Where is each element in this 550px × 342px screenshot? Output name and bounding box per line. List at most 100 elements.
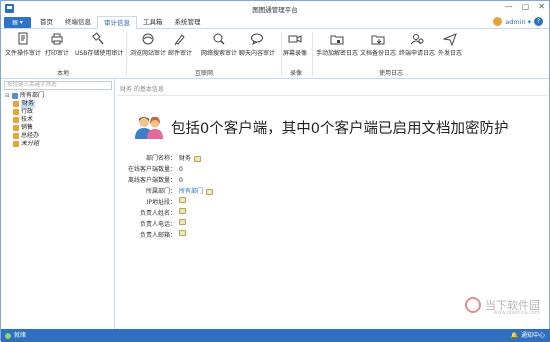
divider xyxy=(118,95,548,96)
field-label: 离线客户端数量： xyxy=(127,177,176,184)
tree-root[interactable]: ⊟ 所有部门 xyxy=(5,92,44,100)
decrypt-log-icon xyxy=(330,35,344,45)
chat-audit-button[interactable]: 聊天内容审计 xyxy=(239,32,275,57)
tree-item-label: 总经办 xyxy=(21,132,40,139)
department-tree-panel: 按住键入关键字筛选 ⊟ 所有部门 财务 行政 技术 销售 总经办 未分组 xyxy=(1,79,115,329)
screen-record-button[interactable]: 屏幕录像 xyxy=(283,32,307,57)
browse-audit-label: 浏览网站审计 xyxy=(130,50,167,57)
ribbon-group-label-local: 本地 xyxy=(56,70,69,77)
user-menu[interactable]: admin ▾ ? xyxy=(493,17,543,26)
print-audit-button[interactable]: 打印审计 xyxy=(45,32,69,57)
ribbon-group-local: 文件操作审计 打印审计 USB存储使用审计 本地 xyxy=(1,29,125,79)
field-label: 负责人姓名： xyxy=(139,210,176,217)
tree-item-label: 技术 xyxy=(21,116,34,123)
mail-audit-button[interactable]: 邮件审计 xyxy=(168,32,192,57)
terminal-request-log-button[interactable]: 终端申请日志 xyxy=(399,32,435,57)
tree-item-tech[interactable]: 技术 xyxy=(5,116,44,124)
edit-icon[interactable] xyxy=(206,188,214,195)
field-online-clients: 在线客户端数量： 0 xyxy=(116,164,316,175)
tree-root-label: 所有部门 xyxy=(20,92,45,99)
backup-log-icon xyxy=(371,35,385,45)
tab-terminal-info[interactable]: 终端信息 xyxy=(59,16,97,30)
printer-icon xyxy=(51,33,63,45)
file-menu-button[interactable]: ▤ ▾ xyxy=(4,17,31,28)
usb-icon xyxy=(92,32,104,45)
ribbon-tabs: 首页 终端信息 审计信息 工具箱 系统管理 xyxy=(34,16,207,31)
decrypt-log-label: 手动加解密日志 xyxy=(316,50,359,57)
ribbon-group-label-internet: 互联网 xyxy=(194,70,213,77)
usb-audit-label: USB存储使用审计 xyxy=(75,50,124,57)
tree-item-admin[interactable]: 行政 xyxy=(5,108,44,116)
user-name[interactable]: admin ▾ xyxy=(505,18,531,26)
ribbon-separator xyxy=(126,32,127,76)
field-parent-department: 所属部门： 所有部门 xyxy=(116,186,316,197)
parent-department-link[interactable]: 所有部门 xyxy=(179,186,203,197)
status-ok-icon xyxy=(5,332,11,339)
video-icon xyxy=(288,35,302,43)
status-bar: 就绪 🔔 通知中心 xyxy=(1,329,550,342)
send-log-button[interactable]: 外发日志 xyxy=(438,32,462,57)
web-search-audit-label: 网络搜索审计 xyxy=(201,50,238,57)
ribbon-group-usage-log: 手动加解密日志 文档备份日志 终端申请日志 外发日志 使用日志 xyxy=(313,29,469,79)
status-text: 就绪 xyxy=(14,332,27,339)
decrypt-log-button[interactable]: 手动加解密日志 xyxy=(316,32,358,57)
web-search-audit-button[interactable]: 网络搜索审计 xyxy=(201,32,237,57)
edit-icon[interactable] xyxy=(194,155,202,162)
field-label: IP地址段： xyxy=(146,199,176,206)
close-button[interactable]: ✕ xyxy=(538,2,545,11)
department-info-form: 部门名称： 财务 在线客户端数量： 0 离线客户端数量： 0 所属部门： 所有部… xyxy=(116,153,316,241)
tree-search-input[interactable]: 按住键入关键字筛选 xyxy=(4,81,112,90)
send-log-icon xyxy=(443,33,457,46)
request-log-icon xyxy=(410,34,424,45)
field-value: 0 xyxy=(179,166,183,173)
field-label: 负责人电话： xyxy=(139,221,176,228)
minimize-button[interactable]: — xyxy=(505,2,513,11)
maximize-button[interactable]: ▢ xyxy=(522,2,530,11)
field-department-name: 部门名称： 财务 xyxy=(116,153,316,164)
tree-item-sales[interactable]: 销售 xyxy=(5,124,44,132)
field-manager-email: 负责人邮箱： xyxy=(116,230,316,241)
field-label: 部门名称： xyxy=(145,155,176,162)
notification-center-button[interactable]: 🔔 通知中心 xyxy=(511,329,546,342)
edit-icon[interactable] xyxy=(179,197,186,203)
department-icon xyxy=(13,109,19,115)
watermark-url: www.downxia.com xyxy=(493,310,540,316)
backup-log-label: 文档备份日志 xyxy=(360,50,397,57)
tree-item-ungrouped[interactable]: 未分组 xyxy=(5,140,44,148)
edit-icon[interactable] xyxy=(179,219,186,225)
bell-icon: 🔔 xyxy=(510,332,518,339)
edit-icon[interactable] xyxy=(179,208,186,214)
window-title: 图图通管理平台 xyxy=(252,6,298,14)
field-label: 负责人邮箱： xyxy=(139,232,176,239)
summary-headline: 包括0个客户端，其中0个客户端已启用文档加密防护 xyxy=(134,115,508,139)
summary-text: 包括0个客户端，其中0个客户端已启用文档加密防护 xyxy=(171,120,509,137)
field-label: 所属部门： xyxy=(145,188,176,195)
field-ip-range: IP地址段： xyxy=(116,197,316,208)
ribbon: 文件操作审计 打印审计 USB存储使用审计 本地 浏览网站审计 邮件审计 网络搜… xyxy=(1,29,549,79)
ribbon-group-label-recording: 录像 xyxy=(289,70,302,77)
watermark-logo-icon xyxy=(465,297,481,313)
backup-log-button[interactable]: 文档备份日志 xyxy=(360,32,396,57)
field-label: 在线客户端数量： xyxy=(127,166,176,173)
mail-icon xyxy=(174,34,185,46)
mail-audit-label: 邮件审计 xyxy=(168,50,193,57)
tab-toolbox[interactable]: 工具箱 xyxy=(137,16,169,30)
field-manager-phone: 负责人电话： xyxy=(116,219,316,230)
tree-item-general-office[interactable]: 总经办 xyxy=(5,132,44,140)
watermark: 当下软件园 www.downxia.com xyxy=(465,297,540,316)
department-icon xyxy=(13,117,19,123)
tree-item-label: 行政 xyxy=(21,108,34,115)
breadcrumb: 财务 的基本信息 xyxy=(120,86,164,93)
tree-collapse-icon[interactable]: ⊟ xyxy=(5,92,10,100)
edit-icon[interactable] xyxy=(179,230,186,236)
tab-home[interactable]: 首页 xyxy=(34,16,59,30)
ribbon-group-label-usage-log: 使用日志 xyxy=(378,70,403,77)
department-detail-panel: 财务 的基本信息 包括0个客户端，其中0个客户端已启用文档加密防护 部门名称： … xyxy=(116,79,550,329)
file-audit-button[interactable]: 文件操作审计 xyxy=(5,32,41,57)
usb-audit-button[interactable]: USB存储使用审计 xyxy=(75,32,123,57)
field-manager-name: 负责人姓名： xyxy=(116,208,316,219)
help-icon[interactable]: ? xyxy=(534,17,543,26)
tab-system-management[interactable]: 系统管理 xyxy=(169,16,207,30)
browse-audit-button[interactable]: 浏览网站审计 xyxy=(130,32,166,57)
tree-item-finance[interactable]: 财务 xyxy=(5,100,44,108)
